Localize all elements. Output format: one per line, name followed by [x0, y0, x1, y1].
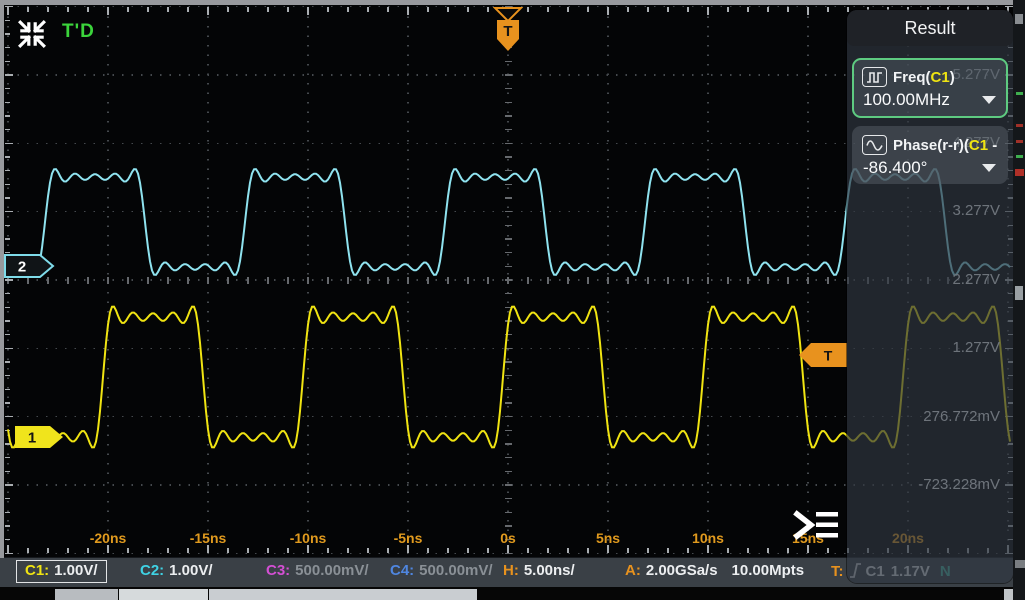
channel-scale-value: 500.00mV/ — [295, 562, 368, 579]
channel-label: C2: — [140, 562, 164, 579]
measurement-value: -86.400° — [863, 158, 927, 178]
trigger-status: T'D — [62, 21, 95, 43]
channel-scale-value: 1.00V/ — [54, 562, 97, 579]
channel-scale-value: 500.00mV/ — [419, 562, 492, 579]
background-window-fragment — [55, 589, 118, 600]
measurement-label: Freq(C1) — [893, 69, 955, 86]
side-panel-fragment — [1015, 14, 1023, 24]
time-axis-label: -15ns — [190, 530, 227, 546]
horizontal-scale[interactable]: H:5.00ns/ — [503, 562, 575, 579]
selected-channel-box[interactable]: C1: 1.00V/ — [16, 560, 107, 583]
trigger-position-marker[interactable]: T — [493, 6, 523, 59]
side-panel-edge — [1013, 0, 1025, 600]
measurement-value: 100.00MHz — [863, 90, 950, 110]
measurement-card-freq[interactable]: Freq(C1) 100.00MHz — [852, 58, 1008, 118]
time-axis-label: -10ns — [290, 530, 327, 546]
side-panel-fragment — [1016, 140, 1023, 143]
time-axis-label: 10ns — [692, 530, 724, 546]
collapse-arrows-icon[interactable] — [16, 18, 48, 55]
measurement-card-phase[interactable]: Phase(r-r)(C1 - -86.400° — [852, 126, 1008, 184]
time-axis-label: -5ns — [394, 530, 423, 546]
channel-scale-value: 1.00V/ — [169, 562, 212, 579]
background-window-edge — [0, 587, 1025, 600]
time-axis-label: 0s — [500, 530, 516, 546]
side-panel-fragment — [1015, 169, 1024, 176]
side-panel-fragment — [1016, 92, 1023, 95]
side-panel-fragment — [1016, 155, 1023, 158]
background-window-fragment — [119, 589, 208, 600]
side-panel-fragment — [1015, 286, 1023, 300]
oscilloscope-screen: -20ns-15ns-10ns-5ns0s5ns10ns15ns20ns5.27… — [0, 0, 1025, 600]
side-panel-fragment — [1015, 560, 1025, 568]
result-panel-title: Result — [847, 10, 1013, 46]
phase-measure-icon — [862, 135, 887, 155]
channel-label: C3: — [266, 562, 290, 579]
svg-text:2: 2 — [18, 259, 26, 276]
acquisition-info[interactable]: A:2.00GSa/s10.00Mpts — [625, 562, 804, 579]
background-window-fragment — [209, 589, 477, 600]
side-panel-fragment — [1016, 124, 1023, 127]
trigger-level-marker[interactable]: T — [798, 342, 848, 373]
time-axis-label: -20ns — [90, 530, 127, 546]
channel-1-marker[interactable]: 1 — [14, 424, 66, 455]
channel-label: C1: — [25, 562, 49, 579]
time-axis-label: 5ns — [596, 530, 620, 546]
result-panel: Result Freq(C1) 100.00MHz Phase(r-r)(C1 … — [847, 10, 1013, 583]
svg-text:T: T — [503, 23, 512, 40]
channel-2-marker[interactable]: 2 — [4, 253, 56, 284]
chevron-down-icon[interactable] — [982, 164, 996, 172]
channel-label: C4: — [390, 562, 414, 579]
freq-measure-icon — [862, 67, 887, 87]
svg-text:T: T — [824, 348, 833, 364]
svg-text:1: 1 — [28, 430, 36, 447]
menu-expand-icon[interactable] — [792, 506, 840, 551]
chevron-down-icon[interactable] — [982, 96, 996, 104]
measurement-label: Phase(r-r)(C1 - — [893, 137, 997, 154]
